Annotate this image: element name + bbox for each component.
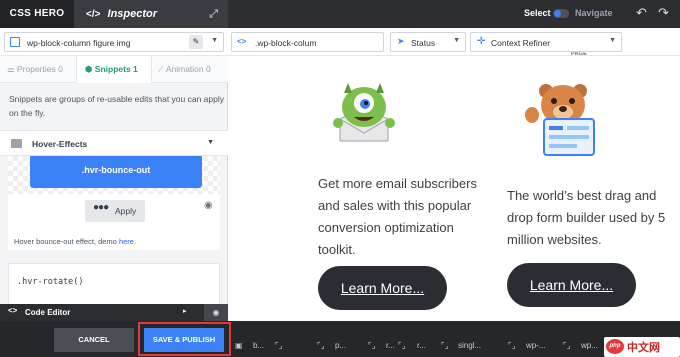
- save-publish-button[interactable]: SAVE & PUBLISH: [144, 328, 224, 352]
- tab-snippets[interactable]: ⬢ Snippets 1: [76, 56, 152, 83]
- status-dropdown[interactable]: ➤ Status ▼: [390, 32, 466, 52]
- snippet-demo-button[interactable]: .hvr-bounce-out: [30, 156, 202, 188]
- breadcrumb-item[interactable]: wp...: [581, 341, 598, 350]
- snippet-hint-text: Hover bounce-out effect, demo: [14, 237, 119, 246]
- inspector-tab[interactable]: </> Inspector ⤢: [74, 0, 228, 28]
- bracket-icon: ⌜⌟: [441, 341, 449, 350]
- optinmonster-mascot-image: [333, 83, 395, 142]
- tab-properties[interactable]: ⚌ Properties 0: [7, 56, 63, 83]
- cancel-button[interactable]: CANCEL: [54, 328, 134, 352]
- breadcrumb-item[interactable]: singl...: [458, 341, 481, 350]
- code-snippet-text: .hvr-rotate(): [17, 277, 84, 287]
- code-editor-label: Code Editor: [25, 308, 71, 317]
- snippet-card: ●●● Apply ◉ Hover bounce-out effect, dem…: [8, 194, 220, 250]
- expand-icon[interactable]: ⤢: [209, 0, 218, 28]
- breadcrumb-item[interactable]: r...: [417, 341, 426, 350]
- bracket-icon: ⌜⌟: [368, 341, 376, 350]
- breadcrumb-item[interactable]: p...: [335, 341, 346, 350]
- class-chip[interactable]: <> .wp-block-colum 3 ON THIS PAGE: [231, 32, 587, 57]
- code-icon: <>: [8, 306, 18, 315]
- eye-icon[interactable]: ◉: [204, 304, 228, 321]
- element-selector-value: wp-block-column figure img: [27, 38, 131, 48]
- square-icon: ▣: [235, 341, 243, 350]
- element-square-icon: [10, 37, 20, 47]
- tab-properties-label: Properties 0: [16, 64, 63, 74]
- tab-animation[interactable]: ⟋ Animation 0: [158, 56, 211, 83]
- bracket-icon: ⌜⌟: [317, 341, 325, 350]
- brand-logo: CSS HERO: [0, 0, 74, 28]
- class-chip-label: .wp-block-colum: [255, 38, 317, 48]
- site-watermark: php 中文网: [604, 337, 680, 357]
- tab-animation-label: Animation 0: [165, 64, 211, 74]
- selector-bar: wp-block-column figure img ✎ ▼ <> .wp-bl…: [0, 28, 680, 57]
- learn-more-button[interactable]: Learn More...: [318, 266, 447, 310]
- snippets-description: Snippets are groups of re-usable edits t…: [9, 94, 224, 118]
- snippet-hint: Hover bounce-out effect, demo here.: [14, 237, 136, 246]
- chevron-down-icon: ▼: [609, 37, 616, 44]
- cursor-icon: ➤: [397, 36, 405, 46]
- bracket-icon: ⌜⌟: [508, 341, 516, 350]
- redo-icon[interactable]: ↷: [658, 5, 669, 21]
- demo-link[interactable]: here: [119, 237, 134, 246]
- tab-snippets-label: Snippets 1: [94, 64, 138, 74]
- page-preview: Get more email subscribers and sales wit…: [228, 57, 680, 321]
- code-snippet-box[interactable]: .hvr-rotate(): [8, 263, 220, 305]
- code-editor-bar[interactable]: <> Code Editor ▸ ◉: [0, 304, 228, 321]
- top-bar: CSS HERO </> Inspector ⤢ Select Navigate…: [0, 0, 680, 28]
- context-refiner-dropdown[interactable]: ✛ Context Refiner ▼: [470, 32, 622, 52]
- cube-icon: ⬢: [85, 64, 95, 74]
- sliders-icon: ⚌: [7, 64, 17, 74]
- apply-button-label: Apply: [115, 206, 137, 216]
- bracket-icon: ⌜⌟: [275, 341, 283, 350]
- pencil-icon[interactable]: ✎: [189, 35, 203, 49]
- watermark-text: 中文网: [627, 342, 660, 354]
- crosshair-icon: ✛: [477, 36, 486, 47]
- breadcrumb-item[interactable]: b...: [253, 341, 264, 350]
- dots-icon: ●●●: [93, 202, 109, 213]
- breadcrumb-item[interactable]: wp-...: [526, 341, 546, 350]
- learn-more-button[interactable]: Learn More...: [507, 263, 636, 307]
- inspector-panel: ⚌ Properties 0 ⬢ Snippets 1 ⟋ Animation …: [0, 56, 228, 320]
- promo-text-wpforms: The world’s best drag and drop form buil…: [507, 188, 666, 247]
- context-refiner-label: Context Refiner: [491, 38, 551, 48]
- inspector-tab-label: Inspector: [107, 8, 158, 20]
- breadcrumb-item[interactable]: r...: [386, 341, 395, 350]
- eye-icon[interactable]: ◉: [204, 200, 213, 211]
- undo-icon[interactable]: ↶: [636, 5, 647, 21]
- snippet-hint-suffix: .: [133, 237, 137, 246]
- chevron-down-icon: ▼: [453, 37, 460, 44]
- hover-effects-group[interactable]: Hover-Effects ▼: [0, 130, 228, 156]
- arrow-right-icon[interactable]: ▸: [183, 307, 187, 315]
- chevron-down-icon[interactable]: ▼: [211, 37, 218, 44]
- promo-text-optinmonster: Get more email subscribers and sales wit…: [318, 176, 477, 257]
- snippet-preview: .hvr-bounce-out: [8, 156, 220, 194]
- apply-button[interactable]: ●●● Apply: [85, 200, 145, 222]
- app-root: CSS HERO </> Inspector ⤢ Select Navigate…: [0, 0, 680, 357]
- hover-effects-label: Hover-Effects: [32, 139, 88, 149]
- status-label: Status: [411, 38, 436, 48]
- bracket-icon: ⌜⌟: [398, 341, 406, 350]
- bracket-icon: ⌜⌟: [563, 341, 571, 350]
- panel-tabs: ⚌ Properties 0 ⬢ Snippets 1 ⟋ Animation …: [0, 56, 228, 83]
- caret-down-icon: ▼: [207, 139, 214, 146]
- element-selector[interactable]: wp-block-column figure img ✎ ▼: [4, 32, 224, 52]
- navigate-mode-label[interactable]: Navigate: [575, 8, 613, 18]
- bottom-bar: CANCEL SAVE & PUBLISH ▣ b... ⌜⌟ ⌜⌟ p... …: [0, 321, 680, 357]
- mode-toggle[interactable]: [553, 9, 569, 18]
- wpforms-bear-mascot-image: [525, 84, 595, 156]
- code-icon: </>: [86, 9, 101, 20]
- magic-wand-icon: ⟋: [158, 64, 166, 74]
- php-logo: php: [606, 339, 624, 354]
- folder-icon: [11, 139, 22, 148]
- select-mode-label[interactable]: Select: [524, 8, 551, 18]
- code-bracket-icon: <>: [237, 37, 247, 46]
